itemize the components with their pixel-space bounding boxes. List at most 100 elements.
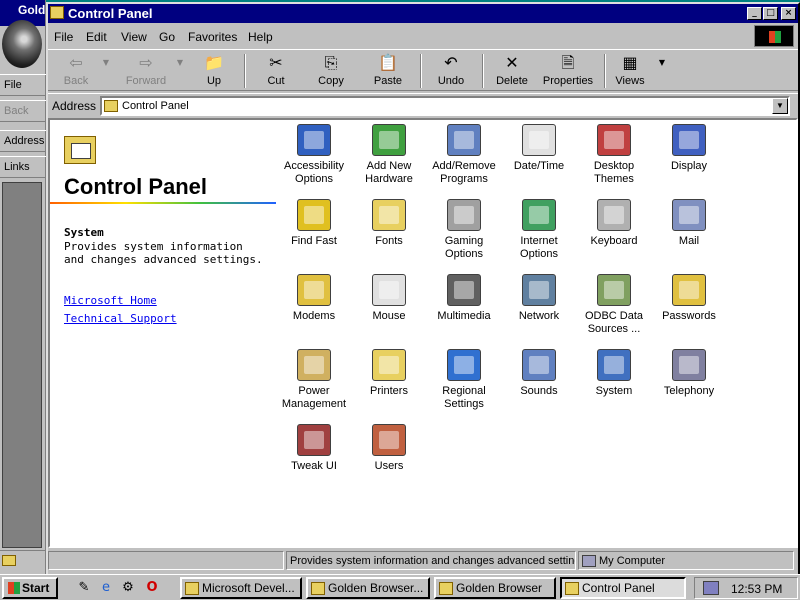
- background-links-label[interactable]: Links: [0, 156, 46, 178]
- icon-item-mouse[interactable]: Mouse: [351, 274, 427, 323]
- copy-button[interactable]: ⎘ Copy: [311, 53, 351, 91]
- power-management-icon: [297, 349, 331, 381]
- icon-item-add-new-hardware[interactable]: Add New Hardware: [351, 124, 427, 186]
- views-dropdown-button[interactable]: ▼: [656, 53, 668, 91]
- icon-item-printers[interactable]: Printers: [351, 349, 427, 398]
- app-icon: [185, 582, 199, 595]
- icon-item-tweak-ui[interactable]: Tweak UI: [276, 424, 352, 473]
- start-button[interactable]: Start: [2, 577, 58, 599]
- menu-go[interactable]: Go: [159, 30, 175, 44]
- icon-item-sounds[interactable]: Sounds: [501, 349, 577, 398]
- add-new-hardware-icon: [372, 124, 406, 156]
- scheduler-icon[interactable]: [703, 581, 719, 595]
- back-arrow-icon: ⇦: [69, 53, 83, 72]
- toolbar-separator: [244, 54, 246, 88]
- panel-title: Control Panel: [64, 174, 208, 199]
- status-zone: My Computer: [578, 551, 794, 570]
- properties-icon: 🗎: [561, 53, 575, 72]
- delete-x-icon: ✕: [505, 53, 519, 72]
- rainbow-divider: [50, 202, 276, 204]
- control-panel-window[interactable]: Control Panel _ □ × File Edit View Go Fa…: [46, 2, 800, 576]
- icon-item-odbc-data-sources[interactable]: ODBC Data Sources ...: [576, 274, 652, 336]
- icon-item-display[interactable]: Display: [651, 124, 727, 173]
- opera-icon[interactable]: O: [144, 580, 160, 596]
- selected-item-name: System: [64, 226, 104, 239]
- title-bar[interactable]: Control Panel _ □ ×: [48, 4, 798, 23]
- icon-item-regional-settings[interactable]: Regional Settings: [426, 349, 502, 411]
- menu-edit[interactable]: Edit: [86, 30, 107, 44]
- views-button[interactable]: ▦ Views: [610, 53, 650, 91]
- properties-button[interactable]: 🗎 Properties: [540, 53, 596, 91]
- keyboard-icon: [597, 199, 631, 231]
- icon-item-internet-options[interactable]: Internet Options: [501, 199, 577, 261]
- task-microsoft-devel[interactable]: Microsoft Devel...: [180, 577, 302, 599]
- up-button[interactable]: 📁 Up: [194, 53, 234, 91]
- back-button[interactable]: ⇦ Back: [56, 53, 96, 91]
- icon-item-accessibility-options[interactable]: Accessibility Options: [276, 124, 352, 186]
- task-label: Golden Browser...: [328, 581, 424, 595]
- desktop-themes-icon: [597, 124, 631, 156]
- forward-label: Forward: [125, 75, 167, 87]
- icon-item-date-time[interactable]: Date/Time: [501, 124, 577, 173]
- icon-label: Telephony: [663, 385, 715, 397]
- icon-item-fonts[interactable]: Fonts: [351, 199, 427, 248]
- icon-item-mail[interactable]: Mail: [651, 199, 727, 248]
- icon-item-gaming-options[interactable]: Gaming Options: [426, 199, 502, 261]
- icon-label: System: [595, 385, 633, 397]
- internet-explorer-icon[interactable]: e: [98, 580, 114, 596]
- icon-label: Fonts: [375, 235, 403, 247]
- icon-item-telephony[interactable]: Telephony: [651, 349, 727, 398]
- forward-dropdown-button[interactable]: ▼: [174, 53, 186, 91]
- icon-label: Add/Remove Programs: [432, 160, 496, 185]
- maximize-button[interactable]: □: [763, 7, 778, 20]
- background-back-button[interactable]: Back: [0, 100, 46, 122]
- icon-item-network[interactable]: Network: [501, 274, 577, 323]
- icon-item-multimedia[interactable]: Multimedia: [426, 274, 502, 323]
- technical-support-link[interactable]: Technical Support: [64, 312, 177, 325]
- minimize-button[interactable]: _: [747, 7, 762, 20]
- date-time-icon: [522, 124, 556, 156]
- start-label: Start: [22, 581, 50, 595]
- address-dropdown-button[interactable]: ▼: [772, 98, 788, 114]
- icon-item-modems[interactable]: Modems: [276, 274, 352, 323]
- forward-button[interactable]: ⇨ Forward: [120, 53, 172, 91]
- background-content-area: [2, 182, 42, 548]
- icon-item-add-remove-programs[interactable]: Add/Remove Programs: [426, 124, 502, 186]
- icon-item-keyboard[interactable]: Keyboard: [576, 199, 652, 248]
- icon-item-power-management[interactable]: Power Management: [276, 349, 352, 411]
- clock[interactable]: 12:53 PM: [731, 582, 782, 596]
- cut-button[interactable]: ✂ Cut: [256, 53, 296, 91]
- task-golden-browser-1[interactable]: Golden Browser...: [306, 577, 430, 599]
- back-dropdown-button[interactable]: ▼: [100, 53, 112, 91]
- icon-label: Tweak UI: [291, 460, 337, 472]
- menu-view[interactable]: View: [121, 30, 147, 44]
- copy-label: Copy: [318, 75, 344, 87]
- menu-file[interactable]: File: [54, 30, 73, 44]
- close-button[interactable]: ×: [781, 7, 796, 20]
- icon-item-system[interactable]: System: [576, 349, 652, 398]
- microsoft-home-link[interactable]: Microsoft Home: [64, 294, 157, 307]
- background-menu-file[interactable]: File: [0, 74, 46, 96]
- show-desktop-icon[interactable]: ✎: [76, 580, 92, 596]
- icon-item-desktop-themes[interactable]: Desktop Themes: [576, 124, 652, 186]
- windows-logo-throbber: [754, 25, 794, 47]
- delete-button[interactable]: ✕ Delete: [490, 53, 534, 91]
- background-window[interactable]: Gold File Back Address Links: [0, 0, 46, 576]
- icon-label: ODBC Data Sources ...: [584, 310, 644, 335]
- task-golden-browser-2[interactable]: Golden Browser: [434, 577, 556, 599]
- menu-favorites[interactable]: Favorites: [188, 30, 237, 44]
- menu-bar: File Edit View Go Favorites Help: [48, 25, 798, 47]
- task-control-panel[interactable]: Control Panel: [560, 577, 686, 599]
- odbc-data-sources-icon: [597, 274, 631, 306]
- icon-label: Users: [374, 460, 404, 472]
- menu-help[interactable]: Help: [248, 30, 273, 44]
- icon-label: Add New Hardware: [365, 160, 413, 185]
- icon-item-users[interactable]: Users: [351, 424, 427, 473]
- address-input[interactable]: Control Panel ▼: [100, 96, 790, 116]
- control-panel-folder-icon: [565, 582, 579, 595]
- paste-button[interactable]: 📋 Paste: [366, 53, 410, 91]
- icon-item-find-fast[interactable]: Find Fast: [276, 199, 352, 248]
- icon-item-passwords[interactable]: Passwords: [651, 274, 727, 323]
- undo-button[interactable]: ↶ Undo: [430, 53, 472, 91]
- channels-icon[interactable]: ⚙: [120, 580, 136, 596]
